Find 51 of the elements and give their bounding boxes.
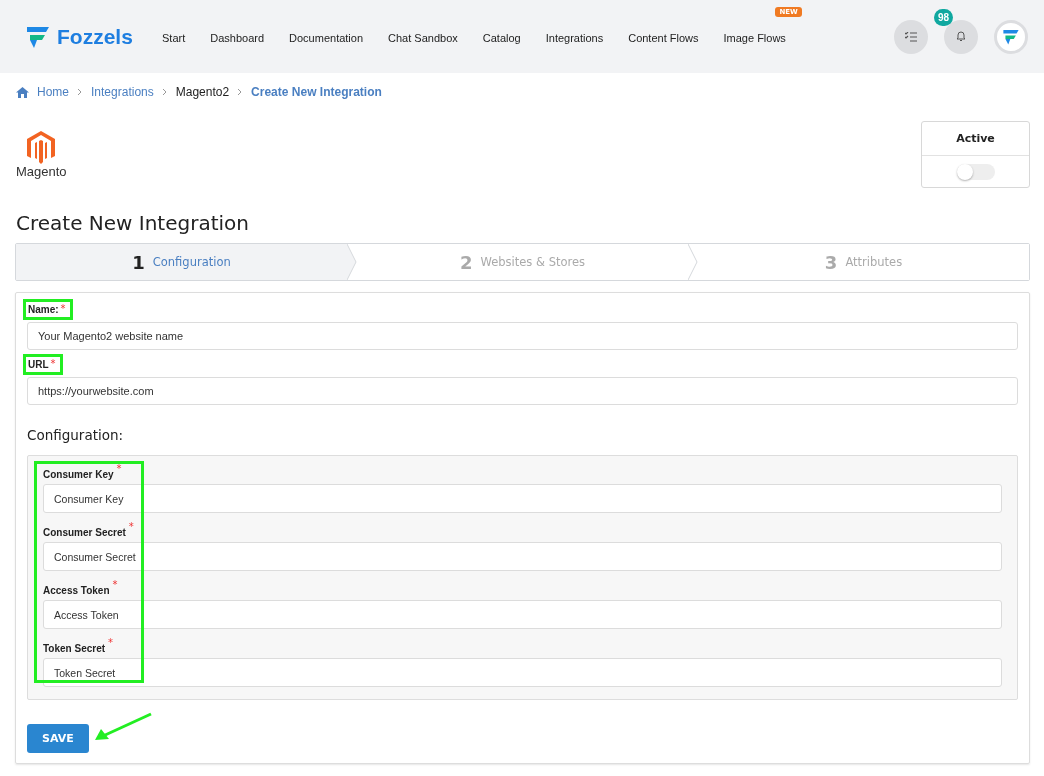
brand-logo-icon bbox=[25, 24, 51, 49]
text-field[interactable]: Consumer Secret bbox=[43, 542, 1002, 571]
required-mark: * bbox=[112, 580, 118, 590]
text-field[interactable]: Access Token bbox=[43, 600, 1002, 629]
text-field[interactable]: Your Magento2 website name bbox=[27, 322, 1018, 350]
nav-link[interactable]: Catalog bbox=[482, 32, 521, 44]
brand-name[interactable]: Fozzels bbox=[57, 24, 133, 49]
breadcrumb-link[interactable]: Integrations bbox=[91, 85, 154, 99]
task-list-button[interactable] bbox=[894, 19, 928, 54]
required-mark: * bbox=[50, 359, 56, 369]
profile-avatar[interactable] bbox=[994, 19, 1028, 54]
breadcrumb-link[interactable]: Home bbox=[37, 85, 69, 99]
nav-link[interactable]: Start bbox=[162, 32, 186, 44]
brand-logo-icon bbox=[1002, 27, 1020, 46]
breadcrumb-separator-icon bbox=[161, 88, 168, 96]
nav-link[interactable]: Content Flows bbox=[628, 32, 699, 44]
nav-link[interactable]: Dashboard bbox=[210, 32, 265, 44]
field-label: Consumer Secret bbox=[43, 526, 126, 538]
breadcrumb-item[interactable]: Create New Integration bbox=[251, 85, 382, 99]
required-mark: * bbox=[108, 638, 114, 648]
required-mark: * bbox=[128, 522, 134, 532]
breadcrumb-item[interactable]: Magento2 bbox=[175, 85, 230, 99]
nav-link[interactable]: Image Flows bbox=[723, 32, 786, 44]
bell-icon bbox=[956, 31, 966, 42]
text-field[interactable]: Consumer Key bbox=[43, 484, 1002, 513]
field-label: Consumer Key bbox=[43, 468, 114, 480]
nav-link[interactable]: Chat Sandbox bbox=[388, 32, 458, 44]
required-mark: * bbox=[60, 304, 66, 314]
field-label: Token Secret bbox=[43, 642, 106, 654]
nav-link[interactable]: Documentation bbox=[289, 32, 364, 44]
nav-link[interactable]: Integrations bbox=[545, 32, 604, 44]
magento-logo-icon bbox=[26, 131, 57, 164]
field-label: URL bbox=[28, 359, 49, 370]
notifications-button[interactable] bbox=[944, 19, 978, 54]
required-mark: * bbox=[116, 464, 122, 474]
field-label: Access Token bbox=[43, 584, 110, 596]
toggle-switch[interactable] bbox=[956, 164, 995, 180]
field-label: Name: bbox=[28, 304, 59, 315]
notification-count: 98 bbox=[934, 8, 954, 26]
text-field[interactable]: Token Secret bbox=[43, 658, 1002, 687]
checklist-icon bbox=[905, 31, 917, 42]
save-button[interactable]: SAVE bbox=[27, 724, 89, 753]
text-field[interactable]: https://yourwebsite.com bbox=[27, 377, 1018, 405]
home-icon bbox=[16, 86, 29, 98]
annotation-arrow bbox=[92, 712, 153, 742]
status-label: Active bbox=[922, 122, 1029, 156]
breadcrumb-separator-icon bbox=[77, 88, 83, 96]
section-heading: Configuration: bbox=[27, 427, 125, 443]
logo-text: Magento bbox=[16, 164, 67, 179]
page-title: Create New Integration bbox=[15, 210, 250, 237]
breadcrumb-separator-icon bbox=[237, 88, 244, 96]
